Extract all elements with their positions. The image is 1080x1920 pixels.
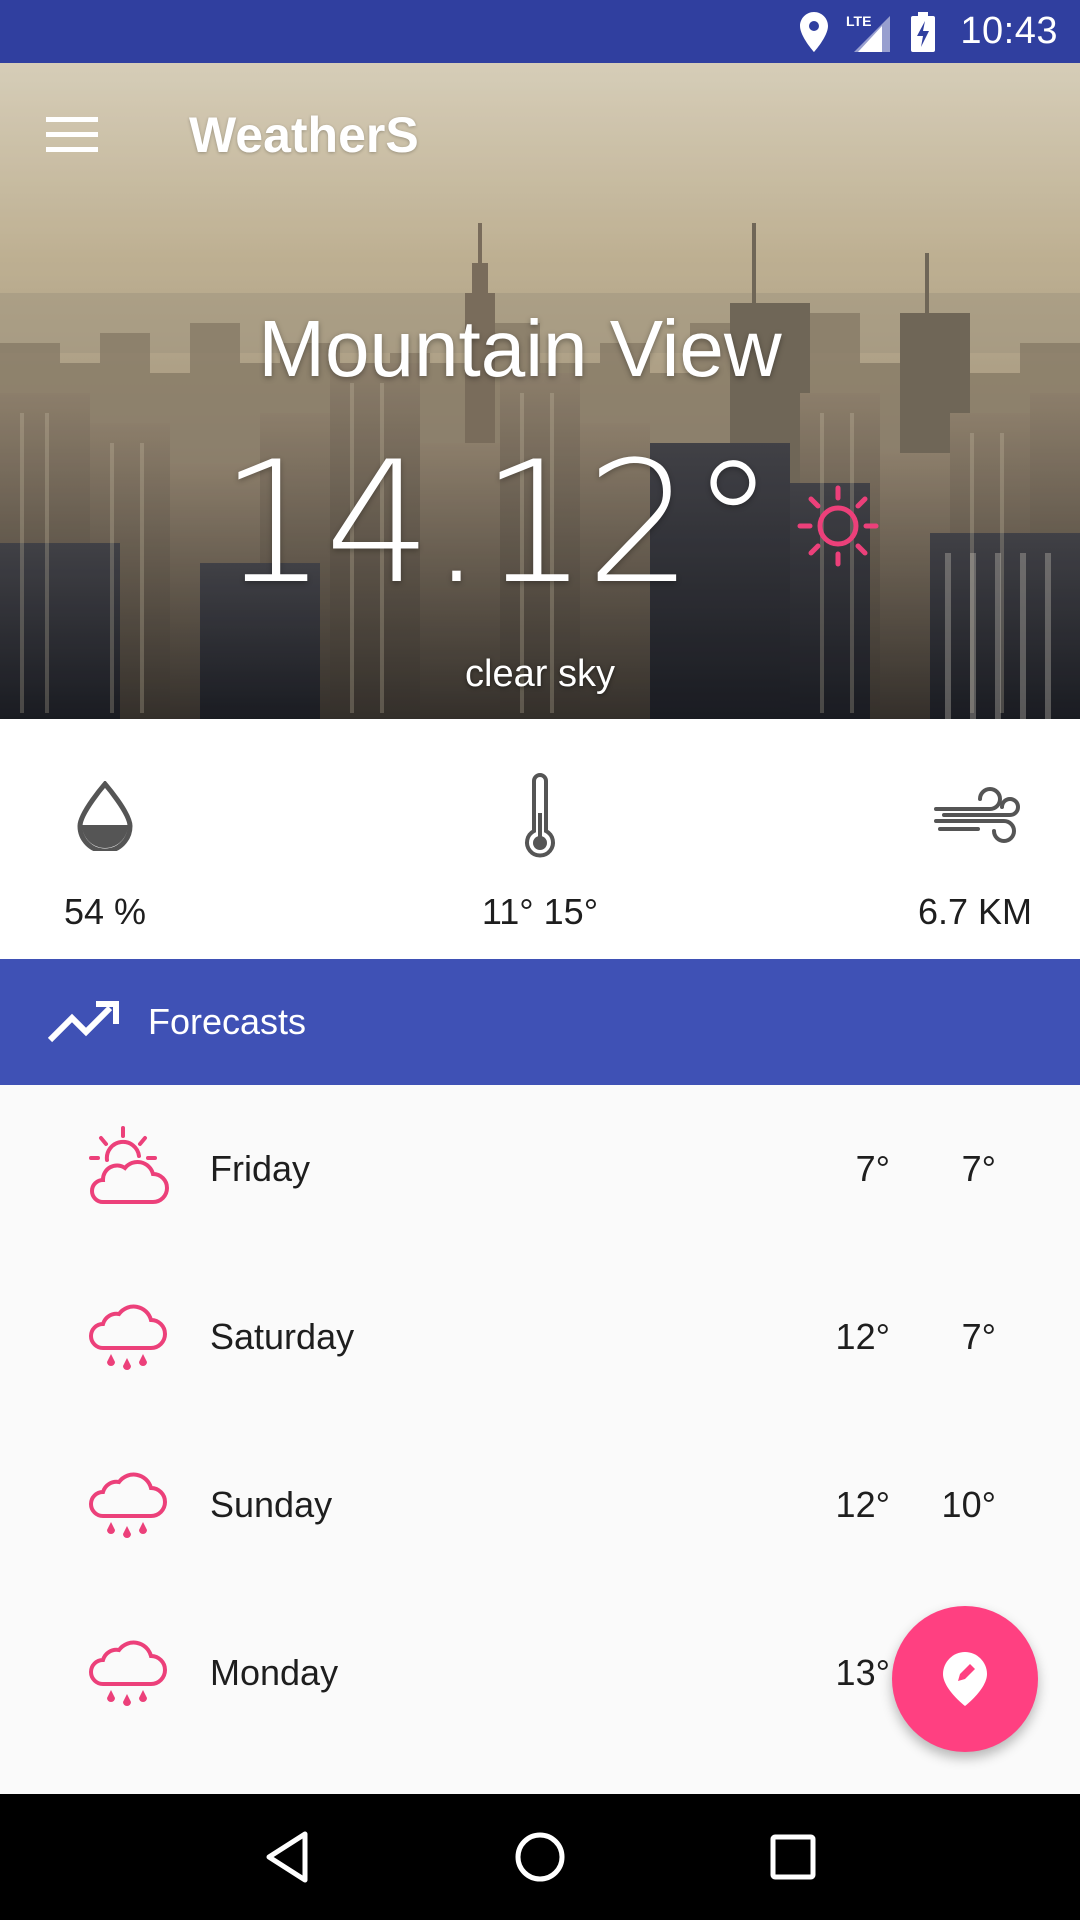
back-icon — [266, 1831, 308, 1883]
partly-cloudy-icon — [78, 1121, 174, 1217]
home-button[interactable] — [480, 1797, 600, 1917]
recents-icon — [770, 1834, 816, 1880]
network-type-label: LTE — [846, 13, 871, 29]
menu-icon — [46, 117, 98, 152]
forecast-header: Forecasts — [0, 959, 1080, 1085]
forecast-max-temp: 12° — [835, 1484, 890, 1525]
trending-up-icon — [48, 1000, 122, 1044]
forecast-min-temp: 10° — [941, 1484, 996, 1525]
back-button[interactable] — [227, 1797, 347, 1917]
battery-charging-icon — [910, 11, 936, 52]
wind-value: 6.7 KM — [917, 891, 1033, 932]
screen: LTE 10:43 WeatherS Mountain View 14.12° … — [0, 0, 1080, 1920]
system-navigation-bar — [0, 1794, 1080, 1920]
menu-button[interactable] — [0, 63, 144, 207]
weather-condition: clear sky — [465, 653, 615, 695]
forecast-day: Friday — [210, 1148, 311, 1189]
rain-cloud-icon — [78, 1457, 174, 1553]
city-name: Mountain View — [258, 304, 782, 393]
hero-header: WeatherS Mountain View 14.12° clear sky — [0, 63, 1080, 719]
current-temperature: 14.12° — [220, 425, 775, 621]
humidity-drop-icon — [75, 761, 135, 871]
forecast-day: Sunday — [210, 1484, 333, 1525]
temperature-range-detail: 11° 15° — [410, 719, 670, 959]
forecast-day: Monday — [210, 1652, 339, 1693]
wind-detail: 6.7 KM — [845, 719, 1080, 959]
rain-cloud-icon — [78, 1289, 174, 1385]
signal-icon: LTE — [846, 12, 892, 52]
current-temperature-row: 14.12° — [220, 425, 881, 621]
forecast-min-temp: 7° — [961, 1316, 996, 1357]
forecast-day: Saturday — [210, 1316, 355, 1357]
wind-icon — [930, 761, 1020, 871]
forecast-max-temp: 12° — [835, 1316, 890, 1357]
app-title: WeatherS — [189, 107, 419, 163]
forecast-row-saturday[interactable]: Saturday 12° 7° — [0, 1253, 1080, 1421]
weather-details-card: 54 % 11° 15° 6.7 KM — [0, 719, 1080, 959]
toolbar: WeatherS — [0, 63, 1080, 207]
location-icon — [800, 11, 829, 52]
forecast-min-temp: 7° — [961, 1148, 996, 1189]
forecast-header-label: Forecasts — [148, 1001, 307, 1042]
status-bar: LTE 10:43 — [0, 0, 1080, 63]
thermometer-icon — [522, 761, 558, 871]
humidity-detail: 54 % — [0, 719, 235, 959]
edit-location-icon — [943, 1652, 987, 1706]
home-icon — [515, 1832, 565, 1882]
recents-button[interactable] — [733, 1797, 853, 1917]
forecast-row-sunday[interactable]: Sunday 12° 10° — [0, 1421, 1080, 1589]
temperature-range-value: 11° 15° — [481, 891, 599, 932]
status-time: 10:43 — [960, 10, 1058, 52]
forecast-max-temp: 7° — [855, 1148, 890, 1189]
change-location-fab[interactable] — [892, 1606, 1038, 1752]
forecast-row-friday[interactable]: Friday 7° 7° — [0, 1085, 1080, 1253]
forecast-max-temp: 13° — [835, 1652, 890, 1693]
humidity-value: 54 % — [63, 891, 147, 932]
sun-icon — [795, 483, 881, 574]
rain-cloud-icon — [78, 1625, 174, 1721]
